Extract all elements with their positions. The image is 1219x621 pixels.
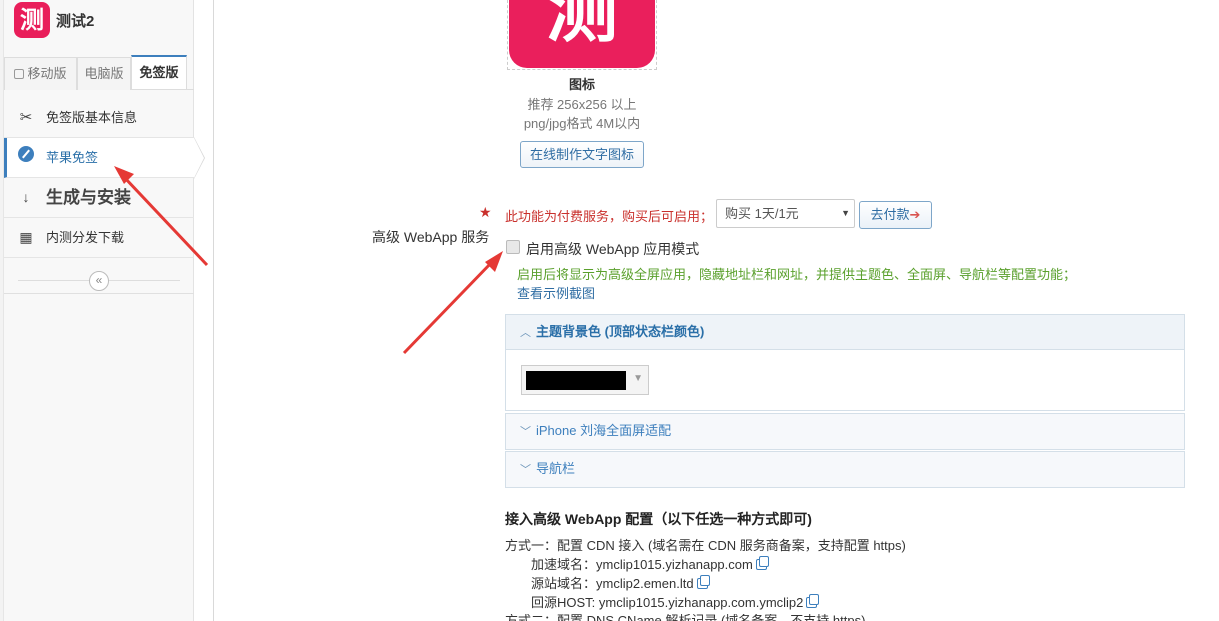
version-tabs: 移动版 电脑版 免签版 bbox=[4, 54, 194, 90]
theme-color-panel-body: ▼ bbox=[506, 350, 1184, 410]
sidebar-collapse-bar: « bbox=[4, 270, 194, 294]
color-swatch bbox=[526, 371, 626, 390]
arrow-right-icon: ➔ bbox=[909, 207, 921, 222]
sidebar-item-label: 免签版基本信息 bbox=[46, 110, 138, 125]
sidebar-item-label: 生成与安装 bbox=[46, 188, 131, 207]
star-icon: ★ bbox=[479, 204, 492, 220]
app-icon-preview[interactable]: 测 bbox=[509, 0, 655, 68]
sidebar-item-build-install[interactable]: ↓ 生成与安装 bbox=[4, 178, 194, 218]
accel-domain-label: 加速域名： bbox=[531, 557, 597, 572]
purchase-plan-value: 购买 1天/1元 bbox=[725, 206, 799, 221]
app-header: 测 测试2 bbox=[14, 2, 94, 38]
panel-title: iPhone 刘海全面屏适配 bbox=[536, 423, 672, 438]
navbar-panel-header[interactable]: ﹀ 导航栏 bbox=[506, 452, 1184, 487]
copy-icon[interactable] bbox=[755, 556, 769, 570]
enable-webapp-checkbox[interactable] bbox=[506, 240, 520, 254]
app-logo: 测 bbox=[14, 2, 50, 38]
copy-icon[interactable] bbox=[806, 594, 820, 608]
origin-host-value: ymclip1015.yizhanapp.com.ymclip2 bbox=[598, 595, 804, 610]
tab-desktop-label: 电脑版 bbox=[84, 66, 124, 81]
chevron-down-icon: ﹀ bbox=[520, 464, 531, 476]
caret-down-icon: ▼ bbox=[841, 208, 850, 218]
sidebar-item-basic-info[interactable]: ✂ 免签版基本信息 bbox=[4, 98, 194, 138]
sidebar-item-beta-download[interactable]: ▦ 内测分发下载 bbox=[4, 218, 194, 258]
collapse-sidebar-button[interactable]: « bbox=[89, 271, 109, 291]
origin-domain-label: 源站域名： bbox=[531, 576, 597, 591]
app-name: 测试2 bbox=[56, 12, 95, 30]
sidebar: 测 测试2 移动版 电脑版 免签版 ✂ 免签版基本信息 苹果免签 ↓ 生成与安装… bbox=[0, 0, 214, 621]
paid-service-note: 此功能为付费服务，购买后可启用； bbox=[505, 209, 714, 224]
icon-title: 图标 bbox=[568, 77, 595, 92]
caret-down-icon: ▼ bbox=[633, 373, 643, 384]
accel-domain-row: 加速域名：ymclip1015.yizhanapp.com bbox=[531, 554, 769, 573]
purchase-plan-select[interactable]: 购买 1天/1元 ▼ bbox=[716, 199, 855, 228]
main-content: 测 图标 推荐 256x256 以上 png/jpg格式 4M以内 在线制作文字… bbox=[215, 0, 1219, 621]
qrcode-icon: ▦ bbox=[19, 229, 33, 245]
config-title: 接入高级 WebApp 配置（以下任选一种方式即可) bbox=[505, 511, 812, 527]
theme-color-panel: ︿ 主题背景色 (顶部状态栏颜色) ▼ bbox=[505, 314, 1185, 411]
view-example-link[interactable]: 查看示例截图 bbox=[517, 283, 595, 302]
origin-domain-row: 源站域名：ymclip2.emen.ltd bbox=[531, 573, 710, 592]
origin-domain-value: ymclip2.emen.ltd bbox=[596, 576, 694, 591]
compass-icon bbox=[16, 138, 36, 177]
sidebar-item-apple-nosign[interactable]: 苹果免签 bbox=[4, 137, 205, 179]
panel-title: 主题背景色 (顶部状态栏颜色) bbox=[536, 324, 705, 339]
navbar-panel: ﹀ 导航栏 bbox=[505, 451, 1185, 488]
pay-button-label: 去付款 bbox=[870, 207, 910, 222]
tab-nosign-label: 免签版 bbox=[139, 65, 179, 80]
copy-icon[interactable] bbox=[696, 575, 710, 589]
theme-color-picker[interactable]: ▼ bbox=[521, 365, 649, 395]
scissors-icon: ✂ bbox=[19, 109, 33, 126]
binary-sort-icon: ↓ bbox=[22, 189, 30, 205]
make-text-icon-button[interactable]: 在线制作文字图标 bbox=[520, 141, 644, 168]
accel-domain-value: ymclip1015.yizhanapp.com bbox=[596, 557, 753, 572]
mobile-icon bbox=[14, 69, 25, 79]
chevron-down-icon: ﹀ bbox=[520, 426, 531, 438]
sidebar-menu: ✂ 免签版基本信息 苹果免签 ↓ 生成与安装 ▦ 内测分发下载 bbox=[4, 98, 205, 258]
pay-button[interactable]: 去付款➔ bbox=[859, 201, 932, 229]
tab-mobile[interactable]: 移动版 bbox=[4, 57, 77, 90]
sidebar-item-label: 内测分发下载 bbox=[46, 230, 125, 245]
panel-title: 导航栏 bbox=[536, 461, 576, 476]
icon-format-hint: png/jpg格式 4M以内 bbox=[523, 116, 641, 131]
config-method2: 方式二：配置 DNS CName 解析记录 (域名备案，不支持 https) bbox=[505, 614, 865, 621]
iphone-notch-panel: ﹀ iPhone 刘海全面屏适配 bbox=[505, 413, 1185, 450]
tab-desktop[interactable]: 电脑版 bbox=[77, 57, 131, 90]
sidebar-panel: 测 测试2 移动版 电脑版 免签版 ✂ 免签版基本信息 苹果免签 ↓ 生成与安装… bbox=[4, 0, 205, 621]
tab-mobile-label: 移动版 bbox=[27, 66, 67, 81]
sidebar-item-label: 苹果免签 bbox=[46, 150, 99, 165]
origin-host-row: 回源HOST: ymclip1015.yizhanapp.com.ymclip2 bbox=[531, 592, 820, 611]
config-method1: 方式一：配置 CDN 接入 (域名需在 CDN 服务商备案，支持配置 https… bbox=[505, 538, 906, 553]
theme-color-panel-header[interactable]: ︿ 主题背景色 (顶部状态栏颜色) bbox=[506, 315, 1184, 350]
webapp-service-label: 高级 WebApp 服务 bbox=[372, 229, 490, 245]
webapp-description: 启用后将显示为高级全屏应用，隐藏地址栏和网址，并提供主题色、全面屏、导航栏等配置… bbox=[517, 267, 1077, 282]
iphone-notch-panel-header[interactable]: ﹀ iPhone 刘海全面屏适配 bbox=[506, 414, 1184, 449]
icon-size-hint: 推荐 256x256 以上 bbox=[527, 97, 637, 112]
enable-webapp-label[interactable]: 启用高级 WebApp 应用模式 bbox=[526, 239, 699, 259]
chevron-up-icon: ︿ bbox=[520, 327, 531, 339]
origin-host-label: 回源HOST: bbox=[531, 595, 599, 610]
tab-nosign[interactable]: 免签版 bbox=[131, 55, 187, 89]
